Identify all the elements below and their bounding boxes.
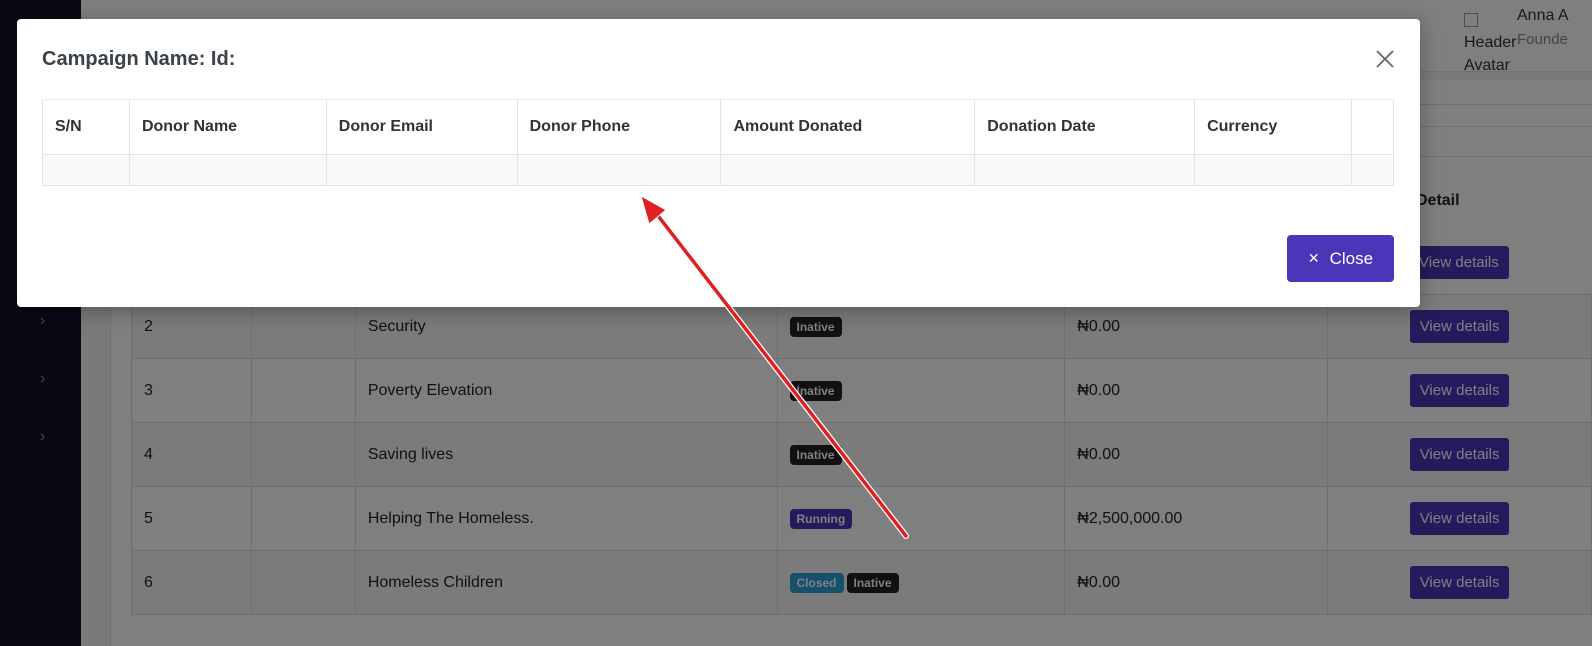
column-header[interactable] <box>1350 99 1395 155</box>
table-cell <box>42 154 130 186</box>
close-icon: ✕ <box>1307 250 1320 266</box>
column-header[interactable]: Amount Donated <box>720 99 976 155</box>
donors-table: S/N Donor Name Donor Email Donor Phone Amoun… <box>42 99 1395 186</box>
donors-modal: Campaign Name: Id: S/N Donor Name Donor Em… <box>17 19 1420 307</box>
close-button-label: Close <box>1329 248 1374 268</box>
modal-title: Campaign Name: Id: <box>42 48 236 70</box>
table-cell <box>325 154 518 186</box>
table-cell <box>128 154 327 186</box>
table-cell <box>974 154 1196 186</box>
close-button[interactable]: ✕ Close <box>1287 235 1394 282</box>
table-cell <box>1194 154 1352 186</box>
table-cell <box>516 154 722 186</box>
column-header[interactable]: S/N <box>42 99 130 155</box>
column-header[interactable]: Currency <box>1194 99 1352 155</box>
table-row <box>42 154 1395 186</box>
table-cell <box>1350 154 1395 186</box>
table-header-row: S/N Donor Name Donor Email Donor Phone Amoun… <box>42 99 1395 155</box>
table-cell <box>720 154 976 186</box>
close-icon[interactable] <box>1373 47 1397 71</box>
column-header[interactable]: Donor Email <box>325 99 518 155</box>
column-header[interactable]: Donation Date <box>974 99 1196 155</box>
column-header[interactable]: Donor Phone <box>516 99 722 155</box>
column-header[interactable]: Donor Name <box>128 99 327 155</box>
